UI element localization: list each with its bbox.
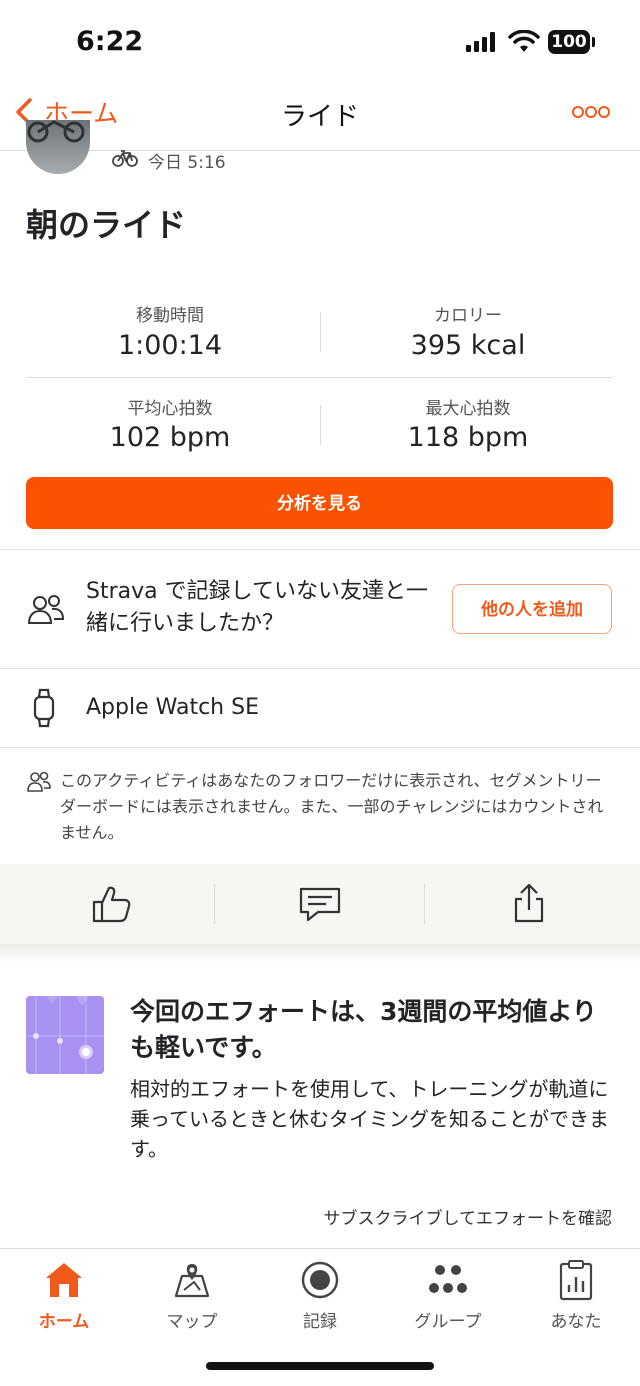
stat-label-moving-time: 移動時間 (136, 306, 204, 326)
section-divider (0, 747, 640, 748)
effort-heading: 今回のエフォートは、3週間の平均値よりも軽いです。 (130, 997, 597, 1062)
share-button[interactable] (512, 882, 546, 924)
avatar[interactable] (26, 120, 90, 174)
device-name: Apple Watch SE (86, 695, 259, 720)
followers-icon (27, 771, 51, 792)
tab-map[interactable]: マップ (128, 1257, 256, 1332)
action-divider (214, 884, 215, 924)
comment-button[interactable] (298, 886, 342, 922)
activity-title: 朝のライド (26, 206, 187, 244)
stat-value-avg-hr: 102 bpm (109, 422, 231, 453)
stats-divider (26, 377, 613, 378)
add-others-button[interactable]: 他の人を追加 (452, 584, 612, 634)
home-indicator (206, 1362, 434, 1370)
relative-effort-graphic (26, 996, 104, 1074)
bike-photo (27, 120, 85, 143)
effort-chart-icon (26, 996, 104, 1074)
section-gap (0, 944, 640, 962)
home-icon (46, 1263, 82, 1297)
status-time: 6:22 (76, 26, 144, 57)
activity-date: 今日 5:16 (148, 153, 226, 173)
effort-description: 相対的エフォートを使用して、トレーニングが軌道に乗っているときと休むタイミングを… (130, 1077, 609, 1161)
groups-icon (429, 1265, 467, 1293)
stat-divider (320, 312, 321, 352)
tab-label: ホーム (38, 1312, 90, 1332)
tab-label: グループ (414, 1312, 482, 1332)
stat-value-max-hr: 118 bpm (407, 422, 529, 453)
stat-value-calories: 395 kcal (410, 330, 526, 361)
subscribe-link[interactable]: サブスクライブしてエフォートを確認 (200, 1204, 613, 1229)
social-actions-bar (0, 864, 640, 944)
tab-label: 記録 (303, 1312, 337, 1332)
view-analysis-button[interactable]: 分析を見る (26, 477, 613, 529)
bike-icon (112, 150, 138, 167)
you-icon (559, 1260, 593, 1301)
record-icon (301, 1261, 339, 1299)
more-options-button[interactable] (572, 102, 612, 122)
wifi-icon (508, 30, 540, 52)
privacy-note: このアクティビティはあなたのフォロワーだけに表示され、セグメントリーダーボードに… (60, 771, 604, 842)
battery-icon: 100 (548, 30, 590, 54)
map-icon (174, 1264, 210, 1298)
action-divider (424, 884, 425, 924)
battery-tip (592, 37, 595, 47)
tab-groups[interactable]: グループ (384, 1257, 512, 1332)
kudos-button[interactable] (90, 884, 132, 924)
tab-you[interactable]: あなた (512, 1257, 640, 1332)
tab-label: マップ (166, 1312, 218, 1332)
section-divider (0, 549, 640, 550)
tab-home[interactable]: ホーム (0, 1257, 128, 1332)
watch-icon (33, 688, 55, 728)
nav-bar: ホーム ライド (0, 78, 640, 151)
section-divider (0, 668, 640, 669)
people-icon (27, 595, 65, 624)
tab-record[interactable]: 記録 (256, 1257, 384, 1332)
stat-value-moving-time: 1:00:14 (117, 330, 223, 361)
cellular-signal-icon (466, 32, 500, 52)
stat-label-calories: カロリー (434, 306, 502, 326)
stat-divider (320, 405, 321, 445)
page-title: ライド (280, 102, 359, 132)
stat-label-avg-hr: 平均心拍数 (127, 399, 213, 419)
stat-label-max-hr: 最大心拍数 (425, 399, 511, 419)
tag-friends-prompt: Strava で記録していない友達と一緒に行いましたか？ (86, 579, 428, 636)
tab-label: あなた (550, 1312, 602, 1332)
